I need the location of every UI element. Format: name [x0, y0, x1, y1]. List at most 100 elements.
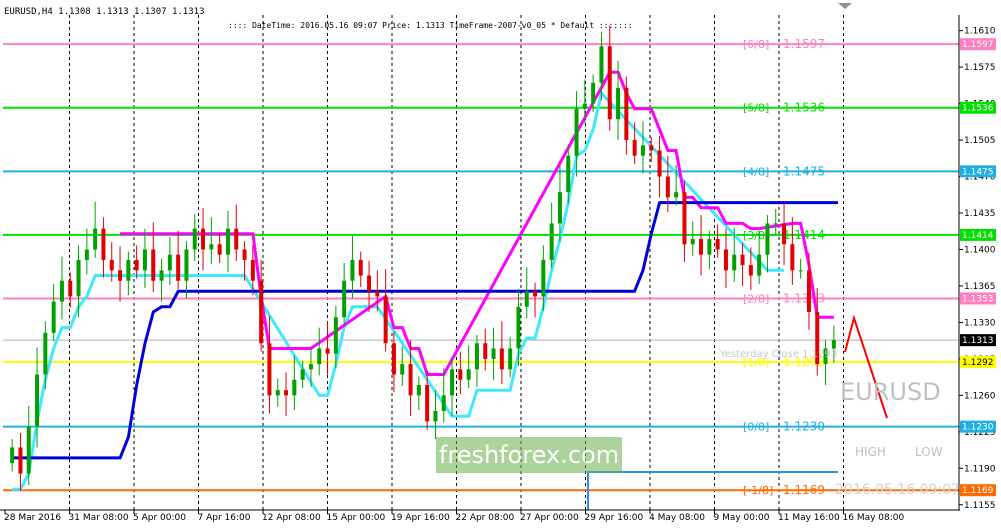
- candle-body: [76, 259, 81, 297]
- symbol-watermark: EURUSD: [840, 378, 941, 406]
- candle-body: [267, 343, 272, 396]
- candle-body: [765, 223, 770, 255]
- candle-body: [533, 291, 538, 297]
- price-tag-label: 1.1313: [962, 336, 994, 346]
- candle-body: [740, 254, 745, 266]
- low-label: LOW: [915, 445, 943, 459]
- x-tick-label: 27 Apr 00:00: [520, 513, 579, 523]
- candle-body: [308, 364, 313, 370]
- candle-body: [425, 384, 430, 422]
- candle-body: [665, 176, 670, 198]
- y-tick-label: 1.1435: [964, 209, 996, 219]
- candle-body: [790, 244, 795, 271]
- candle-body: [466, 369, 471, 380]
- x-tick-label: 15 Apr 00:00: [327, 513, 386, 523]
- level-label: [4/8]: [743, 165, 769, 178]
- level-label: [0/8]: [743, 421, 769, 434]
- candle-body: [93, 228, 98, 250]
- candle-body: [483, 343, 488, 359]
- candle-body: [474, 343, 479, 370]
- candle-body: [748, 265, 753, 276]
- info-line: :::: DateTime: 2016.05.16 09:07 Price: 1…: [228, 21, 633, 30]
- candle-body: [126, 259, 131, 281]
- price-tag-label: 1.1536: [962, 104, 994, 114]
- candle-body: [599, 46, 604, 83]
- candle-body: [68, 280, 73, 297]
- candle-body: [275, 390, 280, 396]
- high-label: HIGH: [855, 445, 886, 459]
- level-label: [6/8]: [743, 38, 769, 51]
- candle-body: [59, 280, 64, 302]
- candle-body: [624, 87, 629, 141]
- candle-body: [35, 374, 40, 427]
- candle-body: [566, 155, 571, 193]
- level-value: 1.1353: [783, 291, 825, 305]
- candle-body: [773, 223, 778, 225]
- candle-body: [43, 332, 48, 375]
- candle-body: [184, 249, 189, 281]
- price-tag-label: 1.1292: [962, 358, 994, 368]
- price-tag-label: 1.1475: [962, 167, 994, 177]
- candle-body: [367, 275, 372, 292]
- candle-body: [325, 348, 330, 354]
- candle-body: [109, 259, 114, 271]
- candle-body: [699, 239, 704, 255]
- x-tick-label: 19 Apr 16:00: [391, 513, 450, 523]
- candle-body: [508, 348, 513, 370]
- candle-body: [433, 411, 438, 422]
- candle-body: [134, 259, 139, 271]
- y-tick-label: 1.1610: [964, 27, 996, 37]
- candle-body: [201, 228, 206, 250]
- candle-body: [831, 340, 836, 349]
- candle-body: [690, 239, 695, 245]
- candle-body: [358, 259, 363, 276]
- candle-body: [375, 291, 380, 297]
- x-tick-label: 28 Mar 2016: [4, 513, 61, 523]
- candle-body: [292, 379, 297, 396]
- level-label: [-1/8]: [743, 484, 773, 497]
- yesterday-close: Yesterday Close 1.1293: [719, 349, 837, 360]
- candle-body: [51, 301, 56, 333]
- x-tick-label: 9 May 00:00: [714, 513, 770, 523]
- candle-body: [640, 145, 645, 156]
- candle-body: [217, 244, 222, 255]
- candle-body: [806, 270, 811, 312]
- candle-body: [715, 239, 720, 250]
- x-tick-label: 29 Apr 16:00: [585, 513, 644, 523]
- candle-body: [142, 249, 147, 271]
- candle-body: [18, 447, 23, 474]
- y-tick-label: 1.1365: [964, 282, 996, 292]
- candle-body: [350, 259, 355, 281]
- x-tick-label: 31 Mar 08:00: [69, 513, 129, 523]
- level-value: 1.1475: [783, 164, 825, 178]
- candle-body: [458, 369, 463, 380]
- y-tick-label: 1.1330: [964, 318, 996, 328]
- candle-body: [732, 254, 737, 271]
- candle-body: [300, 369, 305, 380]
- x-tick-label: 7 Apr 16:00: [198, 513, 251, 523]
- level-label: [2/8]: [743, 292, 769, 305]
- candle-body: [632, 140, 637, 156]
- candle-body: [159, 270, 164, 281]
- y-tick-label: 1.1260: [964, 391, 996, 401]
- x-tick-label: 5 Apr 00:00: [133, 513, 186, 523]
- candle-body: [383, 296, 388, 344]
- candle-body: [234, 228, 239, 250]
- candle-body: [649, 145, 654, 151]
- price-tag-label: 1.1353: [962, 294, 994, 304]
- candle-body: [408, 364, 413, 396]
- candle-body: [101, 228, 106, 260]
- chart-title: EURUSD,H4 1.1308 1.1313 1.1307 1.1313: [4, 7, 204, 17]
- level-label: [5/8]: [743, 102, 769, 115]
- candle-body: [549, 223, 554, 260]
- candle-body: [167, 254, 172, 271]
- candle-body: [192, 228, 197, 250]
- candle-body: [757, 254, 762, 276]
- price-tag-label: 1.1414: [962, 231, 994, 241]
- price-tag-label: 1.1597: [962, 40, 994, 50]
- level-value: 1.1536: [783, 101, 825, 115]
- candle-body: [259, 280, 264, 344]
- x-tick-label: 22 Apr 08:00: [456, 513, 515, 523]
- candle-body: [516, 306, 521, 349]
- candle-body: [541, 259, 546, 297]
